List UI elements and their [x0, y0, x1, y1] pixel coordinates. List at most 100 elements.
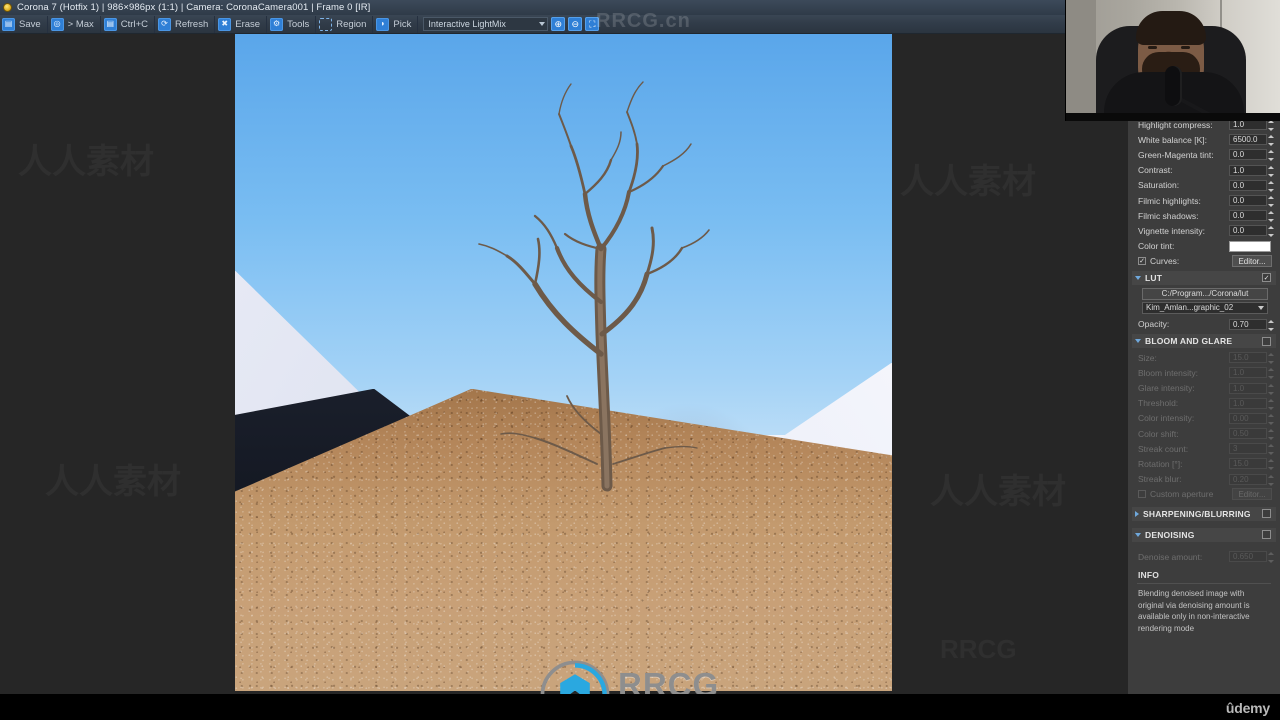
spinner-arrows-icon[interactable] [1267, 444, 1274, 456]
input-filmic-shadows[interactable]: 0.0 [1229, 210, 1274, 223]
value-contrast: 1.0 [1233, 165, 1245, 175]
bloom-enable-checkbox[interactable] [1262, 336, 1271, 346]
row-filmic-shadows[interactable]: Filmic shadows: 0.0 [1132, 208, 1276, 223]
erase-button[interactable]: ✖ Erase [216, 15, 268, 33]
spinner-arrows-icon[interactable] [1267, 120, 1274, 132]
input-filmic-highlights[interactable]: 0.0 [1229, 195, 1274, 208]
spinner-arrows-icon[interactable] [1267, 165, 1274, 177]
webcam-presenter-hair [1136, 11, 1206, 45]
input-white-balance[interactable]: 6500.0 [1229, 134, 1274, 147]
row-streak-blur[interactable]: Streak blur: 0.20 [1132, 472, 1276, 487]
denoising-enable-checkbox[interactable] [1262, 530, 1271, 540]
spinner-arrows-icon[interactable] [1267, 135, 1274, 147]
input-bloom-size[interactable]: 15.0 [1229, 352, 1274, 365]
spinner-arrows-icon[interactable] [1267, 474, 1274, 486]
section-denoising-header[interactable]: DENOISING [1132, 527, 1276, 542]
sharpening-enable-checkbox[interactable] [1262, 509, 1271, 519]
input-rotation[interactable]: 15.0 [1229, 458, 1274, 471]
input-glare-intensity[interactable]: 1.0 [1229, 382, 1274, 395]
custom-aperture-editor-button[interactable]: Editor... [1232, 488, 1272, 501]
custom-aperture-checkbox[interactable] [1138, 490, 1146, 499]
row-lut-opacity[interactable]: Opacity: 0.70 [1132, 317, 1276, 332]
section-sharpening-header[interactable]: SHARPENING/BLURRING [1132, 506, 1276, 521]
pick-eyedropper-icon: ◗ [376, 17, 390, 31]
row-color-intensity[interactable]: Color intensity: 0.00 [1132, 411, 1276, 426]
tools-button[interactable]: ⚙ Tools [268, 15, 317, 33]
row-vignette-intensity[interactable]: Vignette intensity: 0.0 [1132, 223, 1276, 238]
input-green-magenta-tint[interactable]: 0.0 [1229, 149, 1274, 162]
input-bloom-intensity[interactable]: 1.0 [1229, 367, 1274, 380]
zoom-out-icon[interactable]: ⊖ [568, 17, 583, 31]
row-green-magenta-tint[interactable]: Green-Magenta tint: 0.0 [1132, 147, 1276, 162]
label-filmic-highlights: Filmic highlights: [1138, 195, 1201, 206]
row-color-shift[interactable]: Color shift: 0.50 [1132, 426, 1276, 441]
rendered-image[interactable] [235, 34, 892, 691]
render-canvas-area[interactable]: 人人素材 人人素材 人人素材 人人素材 RRCG [0, 34, 1128, 720]
spinner-arrows-icon[interactable] [1267, 196, 1274, 208]
input-lut-opacity[interactable]: 0.70 [1229, 318, 1274, 331]
spinner-arrows-icon[interactable] [1267, 413, 1274, 425]
save-button[interactable]: ▤ Save [0, 15, 48, 33]
row-curves[interactable]: ✓ Curves: Editor... [1132, 254, 1276, 269]
row-bloom-size[interactable]: Size: 15.0 [1132, 350, 1276, 365]
spinner-arrows-icon[interactable] [1267, 211, 1274, 223]
label-streak-count: Streak count: [1138, 443, 1189, 454]
curves-editor-button[interactable]: Editor... [1232, 255, 1272, 268]
curves-checkbox[interactable]: ✓ [1138, 257, 1146, 266]
copy-button[interactable]: ▤ Ctrl+C [102, 15, 155, 33]
input-saturation[interactable]: 0.0 [1229, 179, 1274, 192]
section-bloom-header[interactable]: BLOOM AND GLARE [1132, 334, 1276, 349]
label-filmic-shadows: Filmic shadows: [1138, 210, 1199, 221]
input-streak-count[interactable]: 3 [1229, 443, 1274, 456]
render-mode-select[interactable]: Interactive LightMix [423, 17, 549, 31]
color-tint-swatch[interactable] [1229, 240, 1271, 252]
spinner-arrows-icon[interactable] [1267, 150, 1274, 162]
lut-file-select[interactable]: Kim_Amlan...graphic_02 [1142, 301, 1268, 314]
input-bloom-threshold[interactable]: 1.0 [1229, 397, 1274, 410]
input-contrast[interactable]: 1.0 [1229, 164, 1274, 177]
label-lut-opacity: Opacity: [1138, 319, 1170, 330]
row-denoise-amount[interactable]: Denoise amount: 0.650 [1132, 549, 1276, 564]
region-button[interactable]: Region [317, 15, 374, 33]
spinner-arrows-icon[interactable] [1267, 368, 1274, 380]
spinner-arrows-icon[interactable] [1267, 383, 1274, 395]
row-filmic-highlights[interactable]: Filmic highlights: 0.0 [1132, 193, 1276, 208]
zoom-fit-icon[interactable]: ⛶ [585, 17, 600, 31]
refresh-button[interactable]: ⟳ Refresh [156, 15, 216, 33]
row-streak-count[interactable]: Streak count: 3 [1132, 441, 1276, 456]
zoom-in-icon[interactable]: ⊕ [551, 17, 566, 31]
row-saturation[interactable]: Saturation: 0.0 [1132, 178, 1276, 193]
input-color-shift[interactable]: 0.50 [1229, 428, 1274, 441]
section-lut-header[interactable]: LUT ✓ [1132, 270, 1276, 285]
spinner-arrows-icon[interactable] [1267, 226, 1274, 238]
row-color-tint[interactable]: Color tint: [1132, 239, 1276, 254]
spinner-arrows-icon[interactable] [1267, 353, 1274, 365]
pick-button[interactable]: ◗ Pick [374, 15, 419, 33]
input-vignette-intensity[interactable]: 0.0 [1229, 225, 1274, 238]
ghost-watermark: RRCG [940, 634, 1017, 665]
lut-enable-checkbox[interactable]: ✓ [1262, 273, 1271, 283]
spinner-arrows-icon[interactable] [1267, 180, 1274, 192]
row-custom-aperture[interactable]: Custom aperture Editor... [1132, 487, 1276, 502]
spinner-arrows-icon[interactable] [1267, 398, 1274, 410]
row-contrast[interactable]: Contrast: 1.0 [1132, 163, 1276, 178]
panel-scroll-body[interactable]: Highlight compress: 1.0 White balance [K… [1128, 117, 1280, 690]
spinner-arrows-icon[interactable] [1267, 429, 1274, 441]
spinner-arrows-icon[interactable] [1267, 319, 1274, 331]
input-denoise-amount[interactable]: 0.650 [1229, 551, 1274, 564]
spinner-arrows-icon[interactable] [1267, 459, 1274, 471]
input-streak-blur[interactable]: 0.20 [1229, 473, 1274, 486]
row-bloom-threshold[interactable]: Threshold: 1.0 [1132, 396, 1276, 411]
dead-tree-model [478, 81, 710, 492]
lut-path-button[interactable]: C:/Program.../Corona/lut [1142, 287, 1268, 300]
row-glare-intensity[interactable]: Glare intensity: 1.0 [1132, 380, 1276, 395]
row-rotation[interactable]: Rotation [°]: 15.0 [1132, 456, 1276, 471]
spinner-arrows-icon[interactable] [1267, 552, 1274, 564]
row-white-balance[interactable]: White balance [K]: 6500.0 [1132, 132, 1276, 147]
copy-icon: ▤ [103, 17, 117, 31]
row-bloom-intensity[interactable]: Bloom intensity: 1.0 [1132, 365, 1276, 380]
label-saturation: Saturation: [1138, 180, 1180, 191]
send-to-max-button[interactable]: ◎ > Max [49, 15, 101, 33]
section-lut-title: LUT [1145, 272, 1163, 283]
input-color-intensity[interactable]: 0.00 [1229, 412, 1274, 425]
